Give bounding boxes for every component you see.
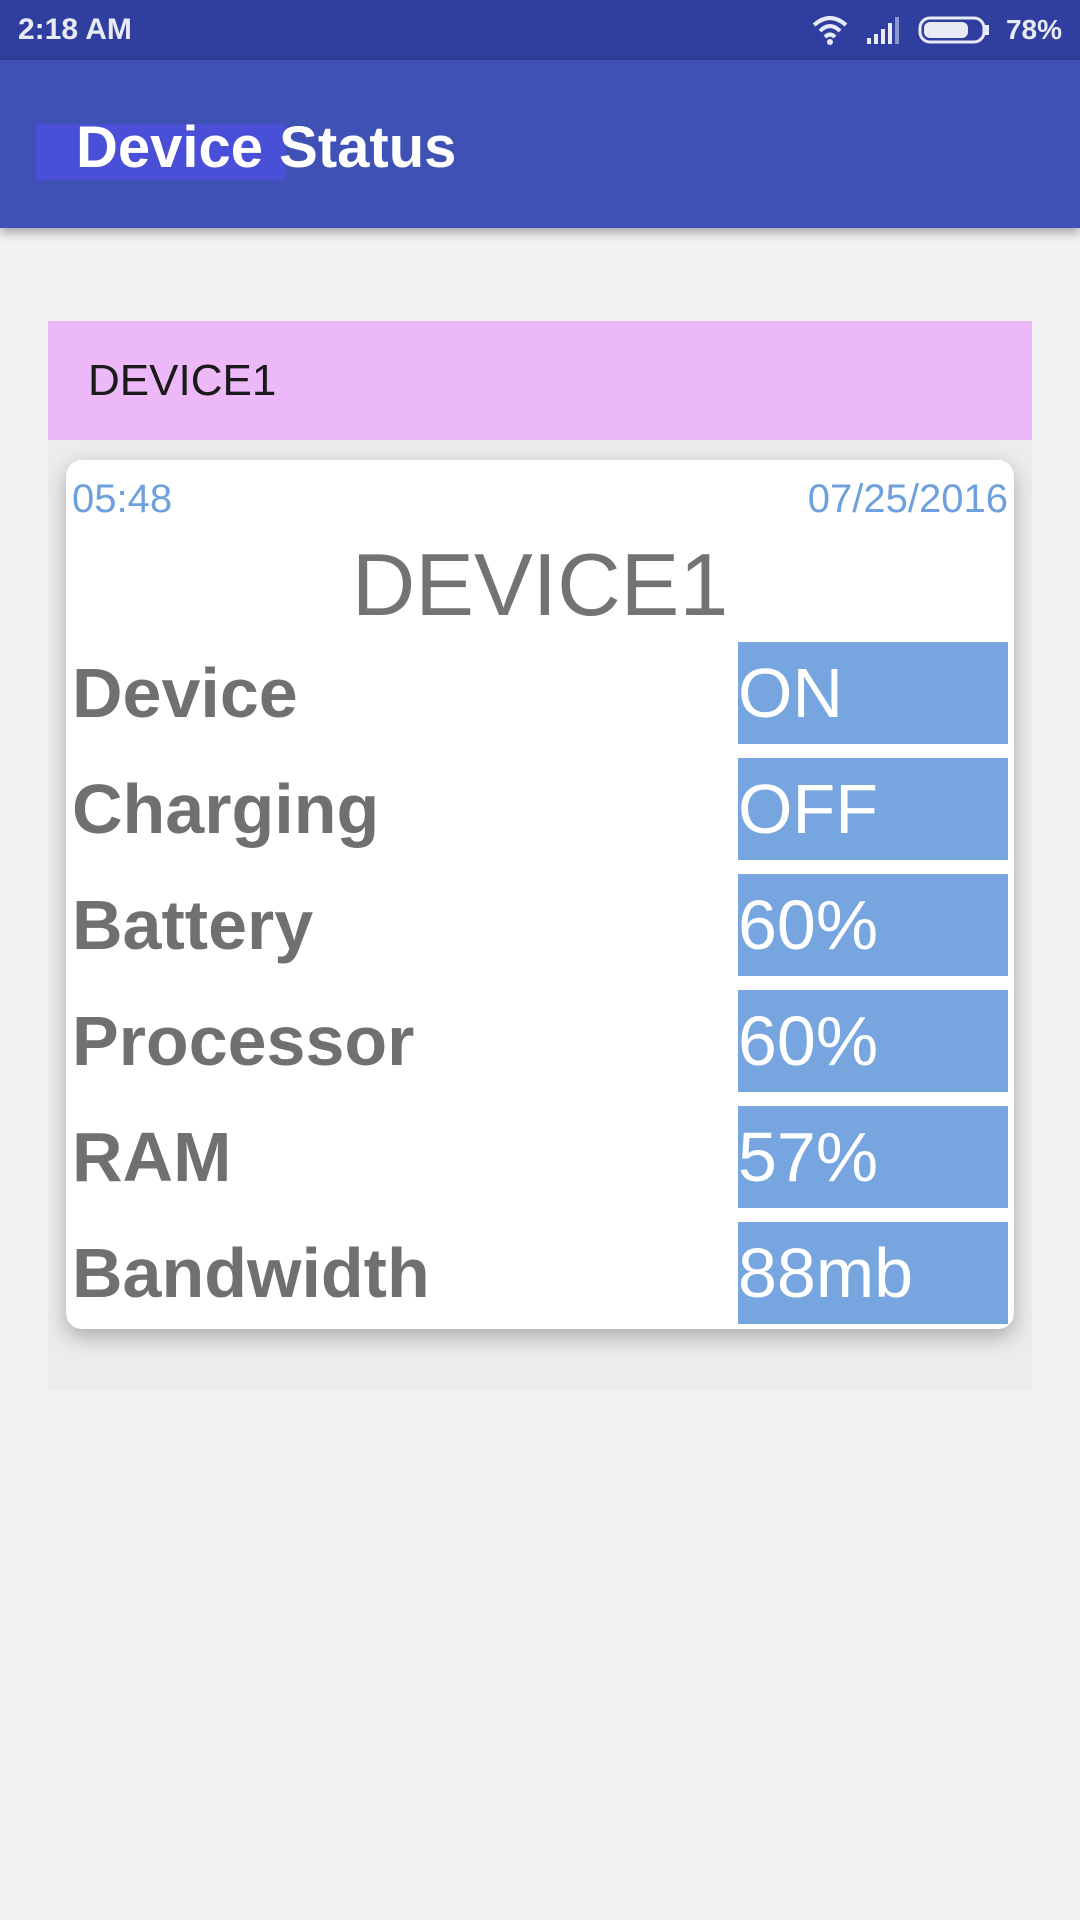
stat-row-battery: Battery 60% — [66, 874, 1014, 976]
stat-value: ON — [738, 642, 1008, 744]
device-group-header[interactable]: DEVICE1 — [48, 321, 1032, 440]
device-card: 05:48 07/25/2016 DEVICE1 Device ON Charg… — [66, 460, 1014, 1329]
device-group-label: DEVICE1 — [88, 356, 277, 405]
stat-value: 60% — [738, 874, 1008, 976]
stat-value: OFF — [738, 758, 1008, 860]
stat-value: 57% — [738, 1106, 1008, 1208]
wifi-icon — [810, 15, 850, 45]
stat-label: Battery — [72, 886, 314, 964]
stat-row-ram: RAM 57% — [66, 1106, 1014, 1208]
battery-icon — [918, 16, 990, 44]
stat-row-charging: Charging OFF — [66, 758, 1014, 860]
battery-percent: 78% — [1005, 14, 1062, 45]
stat-label: Charging — [72, 770, 380, 848]
stat-row-processor: Processor 60% — [66, 990, 1014, 1092]
stat-row-bandwidth: Bandwidth 88mb — [66, 1222, 1014, 1324]
stat-row-device: Device ON — [66, 642, 1014, 744]
stat-label: RAM — [72, 1118, 232, 1196]
stat-label: Processor — [72, 1002, 415, 1080]
stat-value: 60% — [738, 990, 1008, 1092]
stat-value: 88mb — [738, 1222, 1008, 1324]
status-icons: 78% — [810, 0, 1062, 60]
card-time: 05:48 — [72, 477, 173, 521]
signal-icon — [866, 16, 902, 44]
stat-label: Device — [72, 654, 298, 732]
page-title: Device Status — [76, 115, 457, 180]
card-date: 07/25/2016 — [807, 477, 1008, 521]
stat-label: Bandwidth — [72, 1234, 430, 1312]
status-time: 2:18 AM — [18, 13, 132, 46]
app-bar: Device Status — [0, 60, 1080, 228]
card-device-name: DEVICE1 — [351, 535, 729, 634]
status-bar: 2:18 AM 78% — [0, 0, 1080, 60]
